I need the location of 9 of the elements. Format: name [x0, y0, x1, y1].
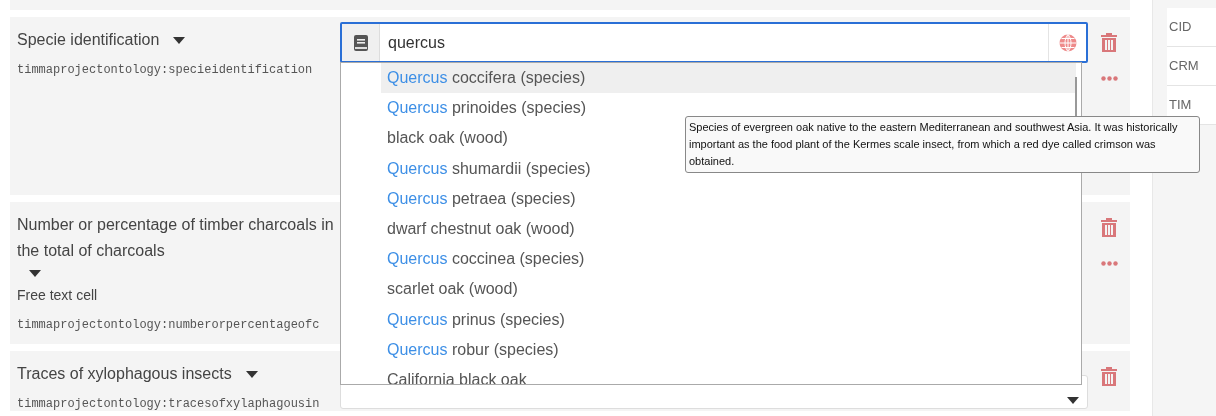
search-value: quercus	[387, 32, 446, 53]
property-id: timmaprojectontology:specieidentification	[17, 62, 314, 79]
tooltip: Species of evergreen oak native to the eastern Mediterranean and southwest Asia. It was historically important as the food plant of the Kermes scale insect, from which a red dye called crimson was obtained.	[685, 116, 1200, 173]
property-id: timmaprojectontology:numberorpercentageofc	[17, 317, 321, 334]
field-label: Traces of xylophagous insects	[17, 364, 232, 384]
field-note: Free text cell	[17, 286, 99, 305]
property-id: timmaprojectontology:tracesofxylaphagousin	[17, 396, 321, 413]
field-label: Specie identification	[17, 30, 160, 50]
field-label: Number or percentage of timber charcoals in the total of charcoals	[17, 215, 335, 261]
